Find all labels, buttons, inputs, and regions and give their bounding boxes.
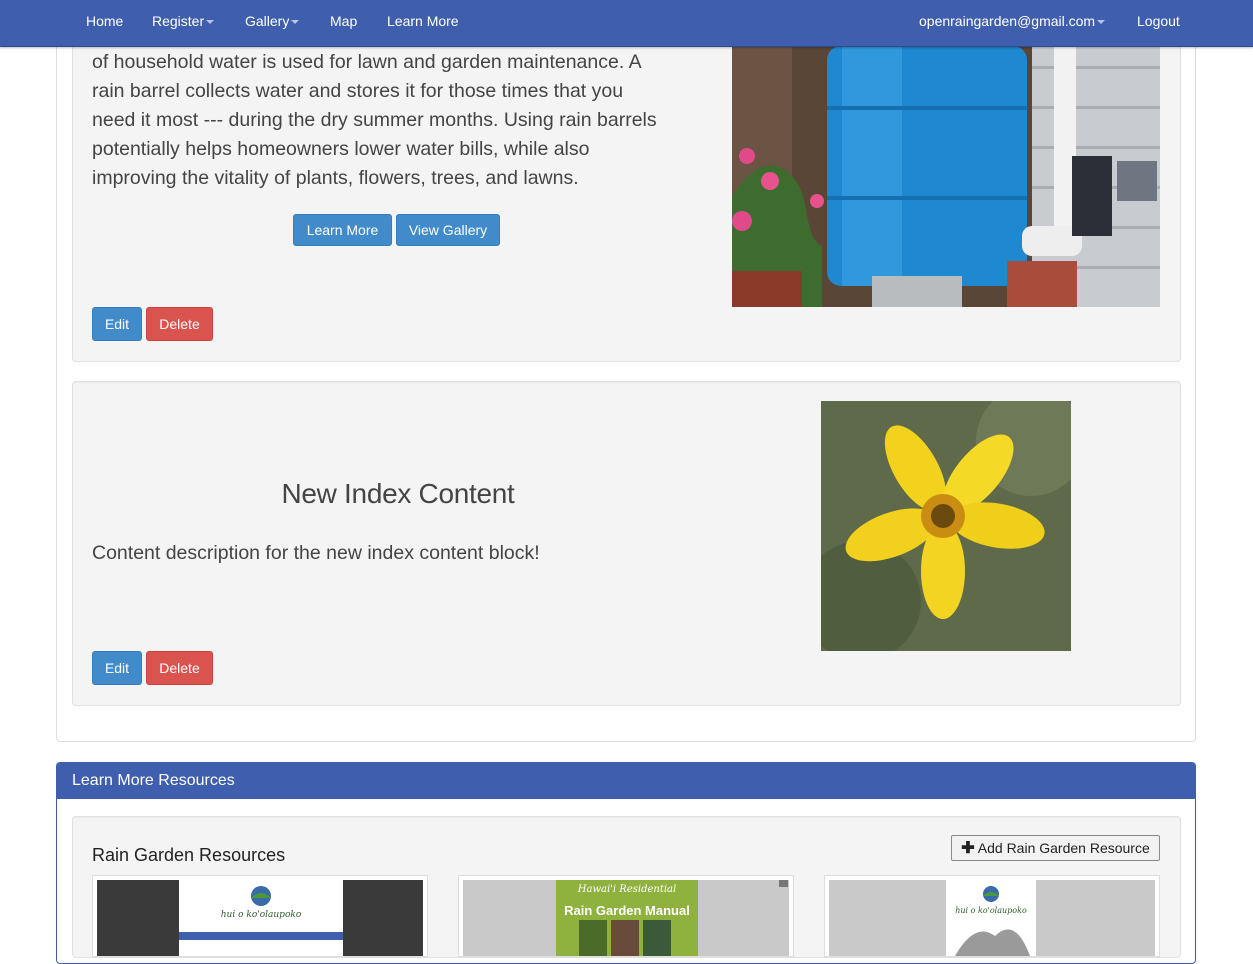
nav-register-label: Register — [152, 13, 205, 29]
thumbnail-caption: hui o ko'olaupoko — [955, 906, 1027, 915]
block-title: New Index Content — [281, 478, 515, 509]
description-line: rain barrel collects water and stores it… — [92, 80, 624, 102]
nav-logout[interactable]: Logout — [1137, 0, 1180, 44]
nav-learn-more[interactable]: Learn More — [387, 0, 459, 44]
plus-icon: ✚ — [961, 840, 975, 857]
view-gallery-button[interactable]: View Gallery — [396, 214, 500, 246]
delete-button[interactable]: Delete — [146, 651, 213, 685]
description-line: of household water is used for lawn and … — [92, 51, 642, 73]
caret-down-icon — [291, 20, 300, 25]
resource-thumbnail[interactable]: hui o ko'olaupoko — [824, 875, 1160, 957]
add-rain-garden-resource-button[interactable]: ✚ Add Rain Garden Resource — [951, 835, 1160, 861]
nav-gallery-label: Gallery — [245, 13, 290, 29]
description-line: improving the vitality of plants, flower… — [92, 167, 579, 189]
resource-thumbnail[interactable]: Hawai'i Residential Rain Garden Manual — [458, 875, 794, 957]
add-resource-label: Add Rain Garden Resource — [977, 840, 1150, 856]
learn-more-button[interactable]: Learn More — [293, 214, 392, 246]
flower-image — [821, 401, 1071, 651]
nav-register[interactable]: Register — [152, 0, 215, 44]
nav-gallery[interactable]: Gallery — [245, 0, 300, 44]
user-email: openraingarden@gmail.com — [919, 13, 1096, 29]
description-line: potentially helps homeowners lower water… — [92, 138, 590, 160]
delete-button[interactable]: Delete — [146, 307, 213, 341]
caret-down-icon — [1097, 20, 1106, 25]
thumbnail-caption: hui o ko'olaupoko — [220, 910, 302, 920]
thumbnail-title-line2: Rain Garden Manual — [564, 903, 690, 918]
rain-barrel-image — [732, 46, 1160, 307]
block-description: Content description for the new index co… — [92, 542, 540, 564]
caret-down-icon — [206, 20, 215, 25]
nav-map[interactable]: Map — [330, 0, 357, 44]
section-title: Rain Garden Resources — [92, 845, 286, 865]
nav-home[interactable]: Home — [86, 0, 123, 44]
edit-button[interactable]: Edit — [92, 307, 142, 341]
rain-barrel-description: of household water is used for lawn and … — [92, 48, 722, 193]
nav-user-menu[interactable]: openraingarden@gmail.com — [919, 0, 1106, 44]
resource-thumbnail[interactable]: hui o ko'olaupoko — [92, 875, 428, 957]
thumbnail-title-line1: Hawai'i Residential — [577, 884, 677, 895]
resources-heading: Learn More Resources — [57, 763, 1195, 799]
top-navbar: Home Register Gallery Map Learn More ope… — [0, 0, 1253, 47]
description-line: need it most --- during the dry summer m… — [92, 109, 657, 131]
edit-button[interactable]: Edit — [92, 651, 142, 685]
